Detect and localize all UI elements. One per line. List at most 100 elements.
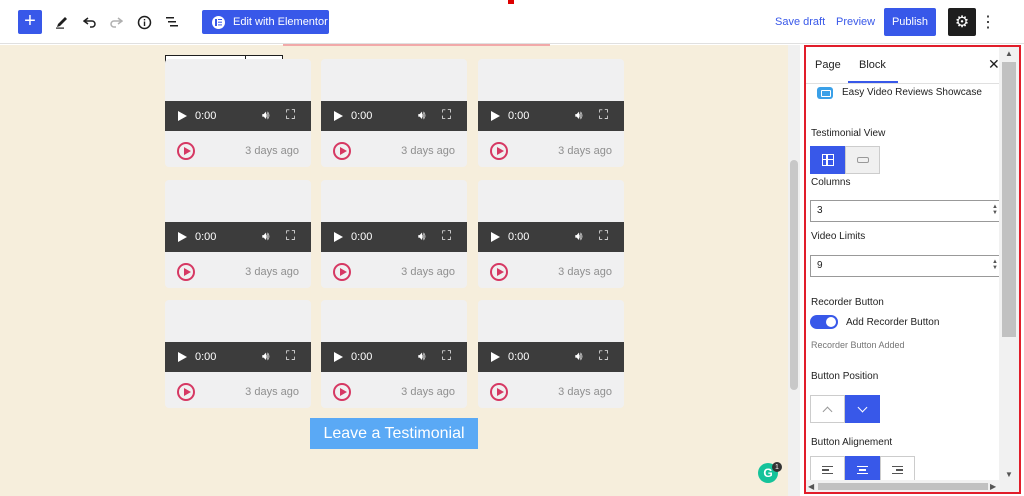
fullscreen-icon[interactable]: ⛶	[599, 348, 608, 364]
list-view-button[interactable]	[160, 10, 184, 34]
video-time: 0:00	[508, 351, 530, 363]
video-player[interactable]: 0:00 🔊︎ ⛶	[165, 101, 311, 131]
play-review-icon[interactable]	[490, 263, 508, 281]
more-vertical-icon: ⋮	[980, 14, 996, 31]
scroll-down-icon[interactable]: ▼	[1005, 470, 1013, 479]
sidebar-horizontal-scrollbar[interactable]: ◀ ▶	[806, 480, 999, 492]
video-player[interactable]: 0:00 🔊︎ ⛶	[321, 101, 467, 131]
play-icon[interactable]	[334, 352, 343, 362]
play-review-icon[interactable]	[177, 142, 195, 160]
video-player[interactable]: 0:00 🔊︎ ⛶	[478, 342, 624, 372]
video-player[interactable]: 0:00 🔊︎ ⛶	[321, 222, 467, 252]
video-time: 0:00	[351, 110, 373, 122]
play-review-icon[interactable]	[177, 383, 195, 401]
add-block-button[interactable]: +	[18, 10, 42, 34]
play-review-icon[interactable]	[490, 383, 508, 401]
review-date: 3 days ago	[401, 266, 455, 278]
play-review-icon[interactable]	[490, 142, 508, 160]
volume-icon[interactable]: 🔊︎	[262, 349, 270, 364]
scroll-up-icon[interactable]: ▲	[1005, 49, 1013, 58]
play-icon[interactable]	[178, 352, 187, 362]
volume-icon[interactable]: 🔊︎	[575, 229, 583, 244]
number-spinner-icon[interactable]: ▲ ▼	[992, 259, 998, 271]
video-time: 0:00	[195, 110, 217, 122]
block-outline-line	[283, 44, 550, 46]
position-up-button[interactable]	[810, 395, 845, 423]
video-card: 0:00 🔊︎ ⛶ 3 days ago	[321, 180, 467, 288]
edit-with-elementor-label: Edit with Elementor	[233, 16, 328, 28]
edit-with-elementor-button[interactable]: Edit with Elementor	[202, 10, 329, 34]
play-icon[interactable]	[334, 232, 343, 242]
play-icon[interactable]	[491, 352, 500, 362]
video-player[interactable]: 0:00 🔊︎ ⛶	[478, 222, 624, 252]
video-card: 0:00 🔊︎ ⛶ 3 days ago	[165, 59, 311, 167]
scroll-left-icon[interactable]: ◀	[808, 482, 814, 491]
preview-button[interactable]: Preview	[836, 16, 875, 28]
edit-tools-button[interactable]	[50, 10, 74, 34]
play-icon[interactable]	[178, 232, 187, 242]
settings-button[interactable]: ⚙	[948, 8, 976, 36]
red-marker	[508, 0, 514, 4]
sidebar-scrollbar-thumb[interactable]	[1002, 62, 1016, 337]
video-player[interactable]: 0:00 🔊︎ ⛶	[165, 222, 311, 252]
tab-page[interactable]: Page	[815, 59, 841, 71]
columns-input[interactable]: 3 ▲ ▼	[810, 200, 1001, 222]
volume-icon[interactable]: 🔊︎	[418, 349, 426, 364]
volume-icon[interactable]: 🔊︎	[575, 108, 583, 123]
pencil-icon	[56, 17, 67, 29]
play-icon[interactable]	[491, 232, 500, 242]
fullscreen-icon[interactable]: ⛶	[442, 228, 451, 244]
position-down-button[interactable]	[845, 395, 880, 423]
volume-icon[interactable]: 🔊︎	[418, 229, 426, 244]
video-player[interactable]: 0:00 🔊︎ ⛶	[478, 101, 624, 131]
video-player[interactable]: 0:00 🔊︎ ⛶	[321, 342, 467, 372]
slider-view-button[interactable]	[845, 146, 880, 174]
sidebar-scrollbar[interactable]: ▲ ▼	[999, 47, 1019, 492]
sidebar-horizontal-thumb[interactable]	[818, 483, 988, 490]
video-time: 0:00	[508, 231, 530, 243]
leave-testimonial-button[interactable]: Leave a Testimonial	[310, 418, 478, 449]
play-icon[interactable]	[491, 111, 500, 121]
gear-icon: ⚙	[954, 14, 970, 31]
video-player[interactable]: 0:00 🔊︎ ⛶	[165, 342, 311, 372]
play-review-icon[interactable]	[333, 383, 351, 401]
play-review-icon[interactable]	[333, 263, 351, 281]
fullscreen-icon[interactable]: ⛶	[286, 107, 295, 123]
volume-icon[interactable]: 🔊︎	[575, 349, 583, 364]
canvas-scrollbar[interactable]	[788, 45, 800, 496]
details-button[interactable]	[132, 10, 156, 34]
volume-icon[interactable]: 🔊︎	[418, 108, 426, 123]
recorder-toggle-label: Add Recorder Button	[846, 317, 940, 328]
fullscreen-icon[interactable]: ⛶	[286, 348, 295, 364]
fullscreen-icon[interactable]: ⛶	[442, 348, 451, 364]
volume-icon[interactable]: 🔊︎	[262, 229, 270, 244]
button-position-label: Button Position	[811, 371, 879, 382]
play-icon[interactable]	[178, 111, 187, 121]
canvas-scrollbar-thumb[interactable]	[790, 160, 798, 390]
redo-icon	[110, 17, 123, 28]
play-review-icon[interactable]	[177, 263, 195, 281]
recorder-button-toggle[interactable]	[810, 315, 838, 329]
close-sidebar-button[interactable]: ✕	[988, 56, 1000, 73]
save-draft-button[interactable]: Save draft	[775, 16, 825, 28]
fullscreen-icon[interactable]: ⛶	[286, 228, 295, 244]
tab-block[interactable]: Block	[859, 59, 886, 71]
undo-button[interactable]	[78, 10, 102, 34]
review-date: 3 days ago	[558, 266, 612, 278]
number-spinner-icon[interactable]: ▲ ▼	[992, 204, 998, 216]
fullscreen-icon[interactable]: ⛶	[599, 228, 608, 244]
video-camera-icon	[817, 87, 833, 99]
fullscreen-icon[interactable]: ⛶	[442, 107, 451, 123]
grid-view-button[interactable]	[810, 146, 845, 174]
elementor-logo-icon	[212, 15, 225, 29]
play-icon[interactable]	[334, 111, 343, 121]
video-limits-input[interactable]: 9 ▲ ▼	[810, 255, 1001, 277]
publish-button[interactable]: Publish	[884, 8, 936, 36]
video-limits-value: 9	[817, 260, 823, 271]
scroll-right-icon[interactable]: ▶	[990, 482, 996, 491]
volume-icon[interactable]: 🔊︎	[262, 108, 270, 123]
options-menu-button[interactable]: ⋮	[980, 10, 996, 34]
redo-button[interactable]	[104, 10, 128, 34]
fullscreen-icon[interactable]: ⛶	[599, 107, 608, 123]
play-review-icon[interactable]	[333, 142, 351, 160]
